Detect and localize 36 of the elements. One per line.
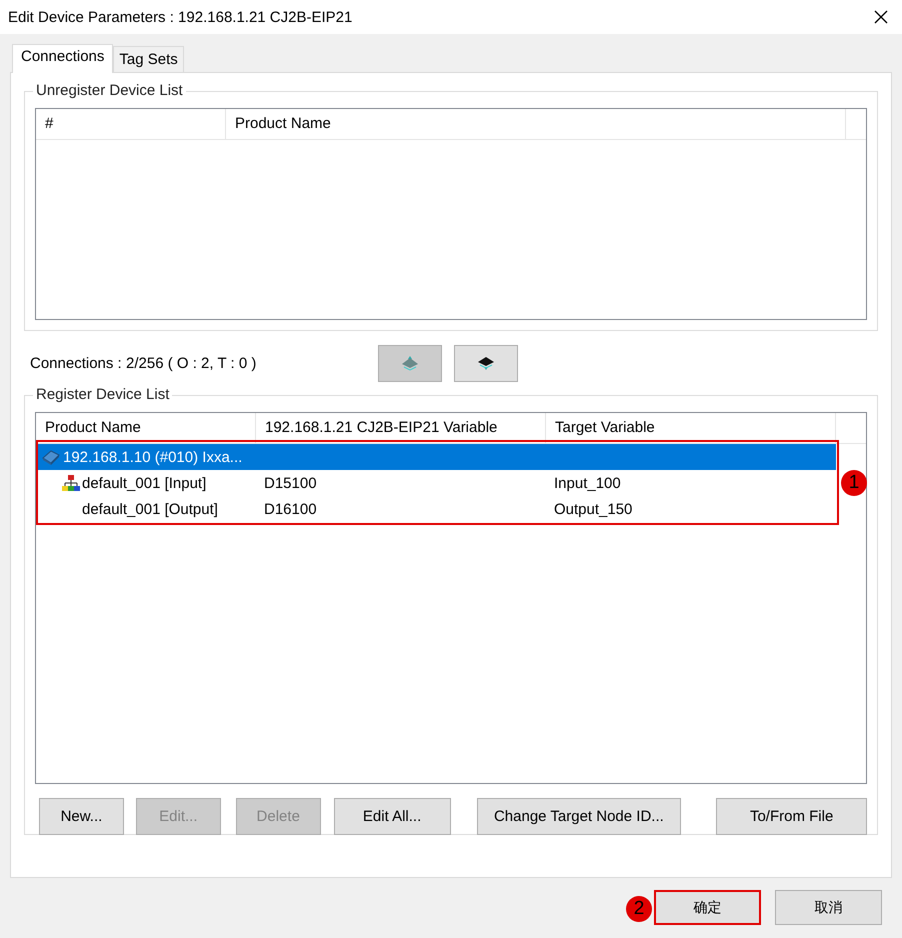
connections-value: 2/256 ( O : 2, T : 0 ) [126,354,258,372]
dialog-button[interactable]: 确定 [654,890,761,925]
step-badge: 1 [841,470,867,496]
connections-label: Connections : [30,354,123,372]
column-header[interactable]: Product Name [226,109,846,139]
close-icon[interactable] [874,10,888,24]
device-icon [41,448,61,466]
layer-up-icon [400,355,420,371]
network-tree-icon [62,474,80,492]
column-header[interactable]: Product Name [36,413,256,443]
variable-cell-text: D15100 [263,474,318,492]
action-button[interactable]: To/From File [716,798,868,835]
tab[interactable]: Connections [12,44,114,73]
list-row[interactable]: default_001 [Input] D15100 Input_100 [36,470,836,496]
action-button[interactable]: Change Target Node ID... [476,798,682,835]
list-row[interactable]: 192.168.1.10 (#010) Ixxa... [36,444,836,470]
target-cell-text: Input_100 [553,474,622,492]
column-header[interactable]: 192.168.1.21 CJ2B-EIP21 Variable [256,413,546,443]
column-header[interactable]: Target Variable [546,413,836,443]
action-button[interactable]: Edit All... [334,798,451,835]
step-badge: 2 [626,896,652,922]
register-button[interactable] [454,344,518,382]
group-title: Unregister Device List [33,82,186,99]
product-name: default_001 [Output] [82,500,218,518]
variable-cell-text: D16100 [263,500,318,518]
column-header[interactable]: # [36,109,226,139]
window-title: Edit Device Parameters : 192.168.1.21 CJ2B-EIP21 [8,8,352,26]
dialog-button[interactable]: 取消 [775,890,882,925]
product-name: default_001 [Input] [82,474,206,492]
tab[interactable]: Tag Sets [113,46,184,72]
target-cell-text: Output_150 [553,500,634,518]
action-button[interactable]: New... [39,798,124,835]
product-name: 192.168.1.10 (#010) Ixxa... [63,448,242,466]
list-row[interactable]: default_001 [Output] D16100 Output_150 [36,496,836,522]
group-title: Register Device List [33,386,172,403]
layer-down-icon [476,355,496,371]
